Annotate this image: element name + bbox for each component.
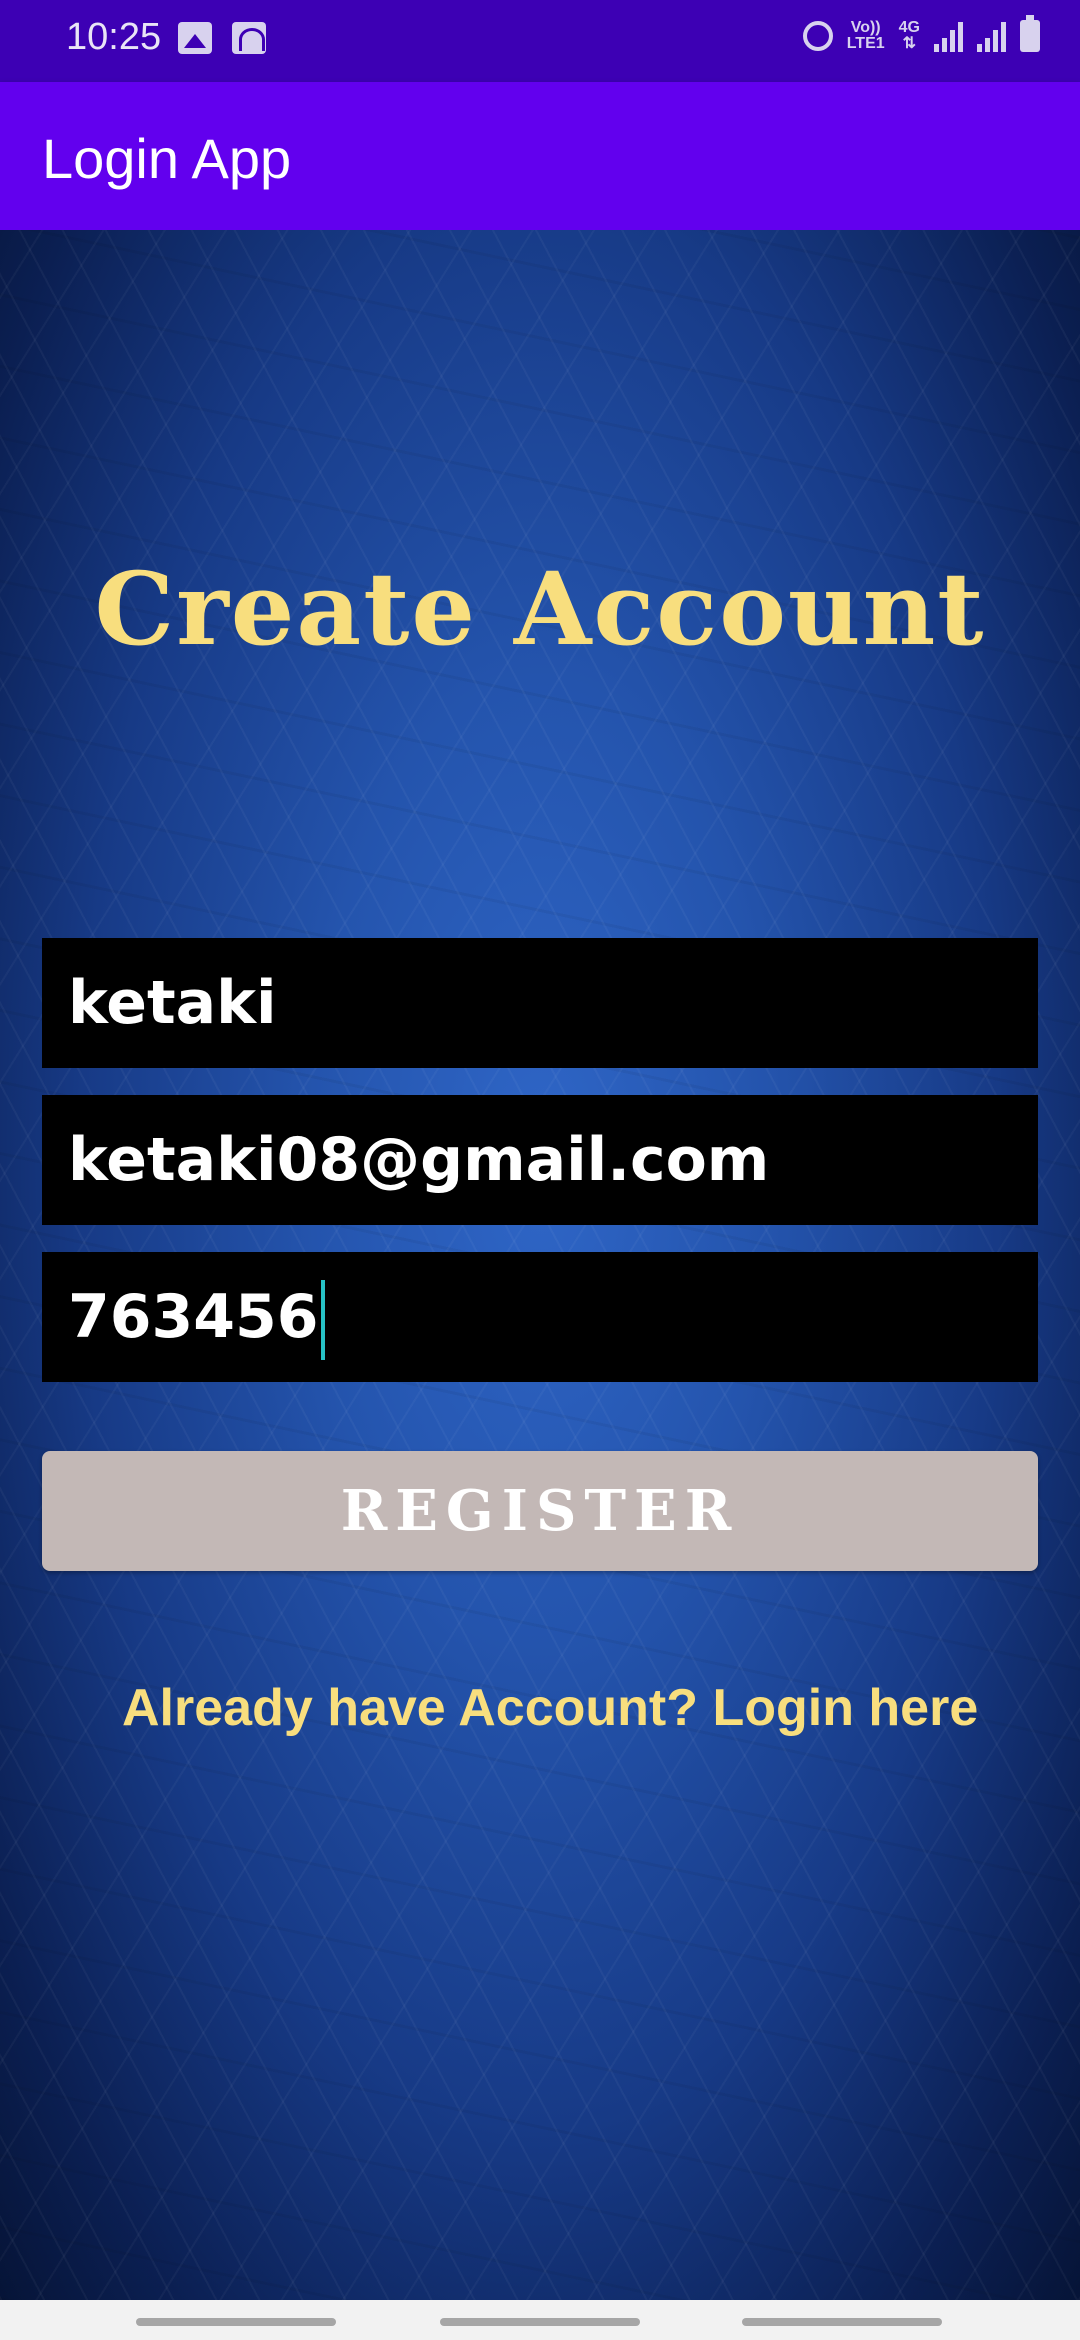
alarm-icon [802,21,833,51]
email-value: ketaki08@gmail.com [68,1125,770,1195]
email-field[interactable]: ketaki08@gmail.com [42,1095,1038,1225]
page-title: Create Account [94,550,986,668]
main-content: Create Account ketaki ketaki08@gmail.com… [0,230,1080,2300]
nav-home-button[interactable] [440,2318,640,2326]
volte-indicator: Vo)) LTE1 [847,20,885,52]
app-bar: Login App [0,82,1080,230]
volte-label: Vo)) [850,19,881,36]
status-bar: 10:25 Vo)) LTE1 4G ⇅ [0,0,1080,82]
username-value: ketaki [68,968,277,1038]
text-cursor [320,1280,325,1361]
register-button[interactable]: REGISTER [42,1451,1038,1571]
wifi-calling-icon [232,22,266,54]
signal-icon-2 [977,20,1006,52]
status-time: 10:25 [66,16,162,58]
username-field[interactable]: ketaki [42,938,1038,1068]
signal-icon [934,20,963,52]
battery-icon [1020,15,1040,52]
network-label: 4G [898,19,920,36]
network-type-indicator: 4G ⇅ [899,20,920,52]
status-left-icons [178,22,266,54]
app-title: Login App [42,127,292,190]
login-link[interactable]: Already have Account? Login here [122,1678,978,1738]
gallery-icon [178,22,212,54]
status-right-icons: Vo)) LTE1 4G ⇅ [802,15,1040,52]
data-arrows-icon: ⇅ [902,35,917,52]
nav-back-button[interactable] [742,2318,942,2326]
password-field[interactable]: 763456 [42,1252,1038,1382]
lte-label: LTE1 [846,35,885,52]
nav-recents-button[interactable] [136,2318,336,2326]
password-value: 763456 [68,1282,319,1352]
navigation-bar [0,2300,1080,2340]
